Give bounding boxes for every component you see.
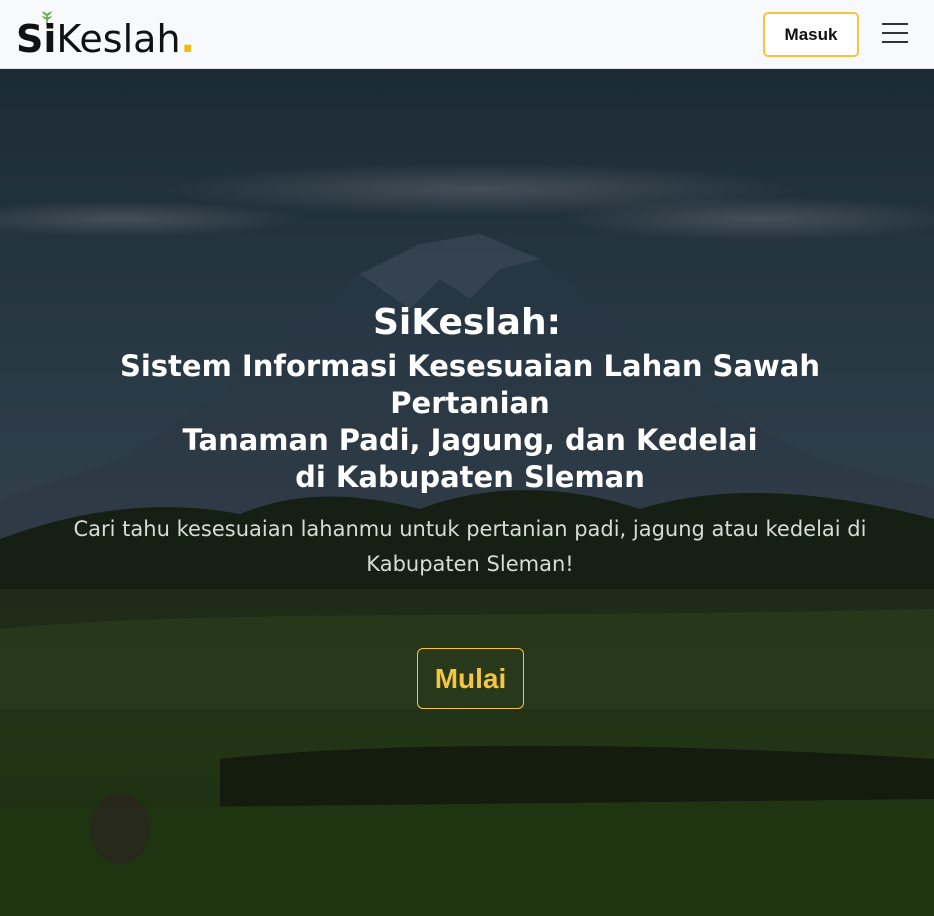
hero-title-line-3: di Kabupaten Sleman	[295, 460, 645, 494]
logo[interactable]: SiKeslah.	[16, 8, 216, 61]
logo-name: Keslah	[56, 17, 181, 61]
login-button[interactable]: Masuk	[763, 12, 859, 57]
hero-section: SiKeslah: Sistem Informasi Kesesuaian La…	[0, 69, 934, 916]
navbar: SiKeslah. Masuk	[0, 0, 934, 69]
hero-title-line-2: Tanaman Padi, Jagung, dan Kedelai	[182, 423, 758, 457]
hero-brand: SiKeslah:	[372, 302, 562, 343]
logo-prefix: Si	[16, 17, 57, 61]
logo-dot: .	[180, 17, 195, 61]
hamburger-menu-icon[interactable]	[881, 20, 909, 46]
hero-title-line-1: Sistem Informasi Kesesuaian Lahan Sawah …	[119, 349, 821, 420]
hero-title: Sistem Informasi Kesesuaian Lahan Sawah …	[60, 348, 880, 496]
start-button[interactable]: Mulai	[417, 648, 524, 709]
hero-subtitle: Cari tahu kesesuaian lahanmu untuk perta…	[73, 517, 867, 576]
logo-text: SiKeslah.	[16, 17, 195, 61]
